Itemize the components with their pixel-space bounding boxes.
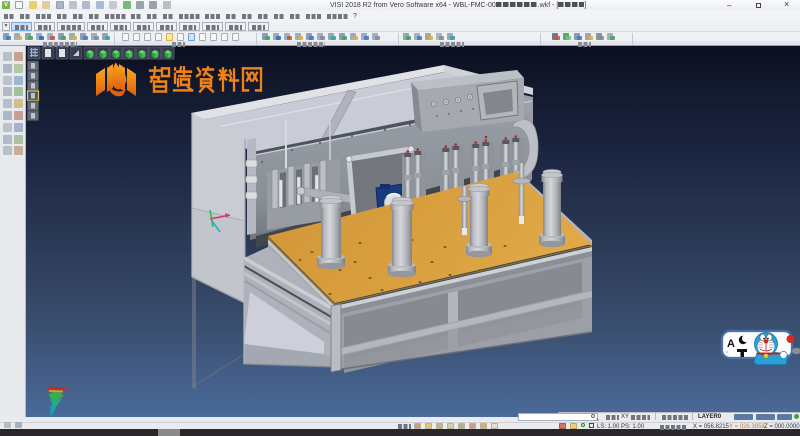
svg-text:A: A [727,338,735,350]
